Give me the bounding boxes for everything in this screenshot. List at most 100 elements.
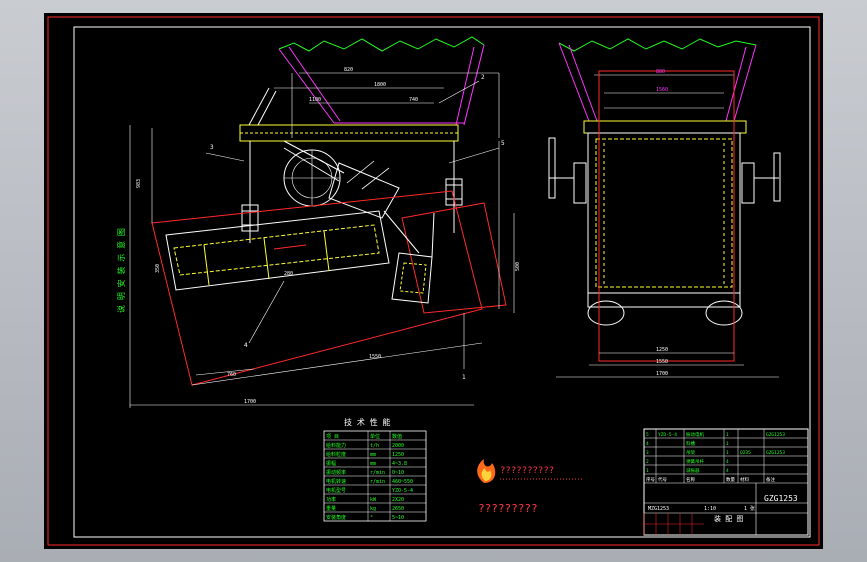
title-cell: YZO-5-4 <box>658 432 677 438</box>
drawing-number: GZG1253 <box>764 494 798 503</box>
spec-cell: 4~3.8 <box>392 461 407 467</box>
title-cell: 4 <box>726 459 729 465</box>
dim-983: 983 <box>136 179 142 188</box>
spec-table: 项 目 单位 数值给料能力 t/h 2000 给料粒度 mm 1250 振幅 mm 4~3.8 振动频… <box>323 430 427 522</box>
spec-cell: 电机型号 <box>326 487 346 494</box>
title-cell: 弹簧吊杆 <box>686 458 704 465</box>
title-header-cell: 名称 <box>686 476 695 483</box>
hopper-left-wall2 <box>288 46 341 122</box>
dim-280: 280 <box>284 271 293 277</box>
title-cell: 振动电机 <box>686 431 704 438</box>
callout-1: 1 <box>462 374 466 381</box>
title-header-cell: 备注 <box>766 476 775 483</box>
spec-cell: 振动频率 <box>326 469 346 476</box>
spec-cell: 2650 <box>392 506 404 512</box>
logo-caption: ?????????? <box>500 466 554 476</box>
drawing-scale: 1:10 <box>704 506 716 512</box>
trough-envelope <box>151 190 483 386</box>
title-cell: GZG1253 <box>766 432 785 438</box>
spec-cell: t/h <box>370 443 379 449</box>
outer-border <box>47 16 820 546</box>
drawing-sheet-count: 1 张 <box>744 505 755 512</box>
front-envelope <box>598 70 735 362</box>
spec-header-cell: 数值 <box>392 433 402 440</box>
dim-820: 820 <box>344 67 353 73</box>
title-header-cell: 材料 <box>740 476 749 483</box>
spec-cell: 0~10 <box>392 470 404 476</box>
spec-cell: 振幅 <box>326 460 336 467</box>
dim-1100: 1100 <box>309 97 321 103</box>
title-cell: 2 <box>646 459 649 465</box>
front-dim-1550: 1550 <box>656 359 668 365</box>
title-cell: 1 <box>646 468 649 474</box>
spec-cell: 460~550 <box>392 479 413 485</box>
side-note: 说 明 安 装 示 意 图 <box>116 228 126 313</box>
hopper-right-wall <box>463 44 485 126</box>
hopper-wave <box>278 36 485 52</box>
front-dim-1250: 1250 <box>656 347 668 353</box>
spec-cell: kg <box>370 506 376 512</box>
dim-740: 740 <box>409 97 418 103</box>
front-body <box>587 132 741 294</box>
spec-cell: 给料能力 <box>326 442 346 449</box>
front-motor-left <box>587 300 625 326</box>
dim-760: 760 <box>227 372 236 378</box>
spec-cell: mm <box>370 461 376 467</box>
side-view <box>129 36 515 408</box>
dim-1800: 1800 <box>374 82 386 88</box>
callout-4: 4 <box>244 342 248 349</box>
spec-cell: 2000 <box>392 443 404 449</box>
dim-1700: 1700 <box>244 399 256 405</box>
title-cell: 4 <box>646 441 649 447</box>
title-cell: 3 <box>646 450 649 456</box>
callout-3: 3 <box>210 144 214 151</box>
cad-drawing: 1800 820 1100 740 983 280 1550 350 760 1… <box>47 16 820 546</box>
front-top-beam <box>583 120 747 134</box>
hopper-left-wall <box>278 48 335 124</box>
title-header-cell: 序号 <box>646 476 655 483</box>
vibrating-trough <box>165 210 390 291</box>
cad-viewer-window: 1800 820 1100 740 983 280 1550 350 760 1… <box>0 0 867 562</box>
dim-1550: 1550 <box>369 354 381 360</box>
front-hopper-wave <box>558 38 757 52</box>
dim-350: 350 <box>155 264 161 273</box>
logo-caption-2: ????????? <box>478 502 538 515</box>
title-cell: 4 <box>726 468 729 474</box>
front-dim-1560: 1560 <box>656 87 668 93</box>
title-cell: 料槽 <box>686 440 695 447</box>
front-dim-880: 880 <box>656 69 665 75</box>
spec-cell: 重量 <box>326 505 336 512</box>
title-header-cell: 数量 <box>726 476 735 483</box>
title-cell: 1 <box>726 450 729 456</box>
title-cell: 5 <box>646 432 649 438</box>
title-cell: 吊架 <box>686 450 695 456</box>
spec-cell: ° <box>370 515 373 521</box>
spec-header-cell: 项 目 <box>326 434 339 440</box>
hopper-right-wall2 <box>455 46 475 126</box>
front-dim-1700: 1700 <box>656 371 668 377</box>
title-cell: 减振器 <box>686 467 700 474</box>
spec-cell: 安装角度 <box>326 514 346 521</box>
spec-cell: mm <box>370 452 376 458</box>
callout-5: 5 <box>501 140 505 147</box>
spec-header-cell: 单位 <box>370 433 380 440</box>
callout-2: 2 <box>481 74 485 81</box>
spec-cell: r/min <box>370 470 385 476</box>
title-cell: 1 <box>726 432 729 438</box>
spec-cell: YZO-5-4 <box>392 488 413 494</box>
spec-cell: 2X20 <box>392 497 404 503</box>
drawing-name: 装 配 图 <box>714 514 743 523</box>
spec-cell: 功率 <box>326 496 336 503</box>
logo: ?????????? ????????? <box>477 459 584 515</box>
spec-cell: 1250 <box>392 452 404 458</box>
title-cell: 1 <box>726 441 729 447</box>
spec-title: 技 术 性 能 <box>344 417 390 427</box>
spec-cell: 给料粒度 <box>326 451 346 458</box>
title-header-cell: 代号 <box>658 476 667 483</box>
dim-500: 500 <box>515 262 521 271</box>
spec-cell: 电机转速 <box>326 478 346 485</box>
front-motor-right <box>705 300 743 326</box>
drawing-unit: MZG1253 <box>648 506 669 512</box>
drawing-sheet[interactable]: 1800 820 1100 740 983 280 1550 350 760 1… <box>44 13 823 549</box>
spec-cell: r/min <box>370 479 385 485</box>
